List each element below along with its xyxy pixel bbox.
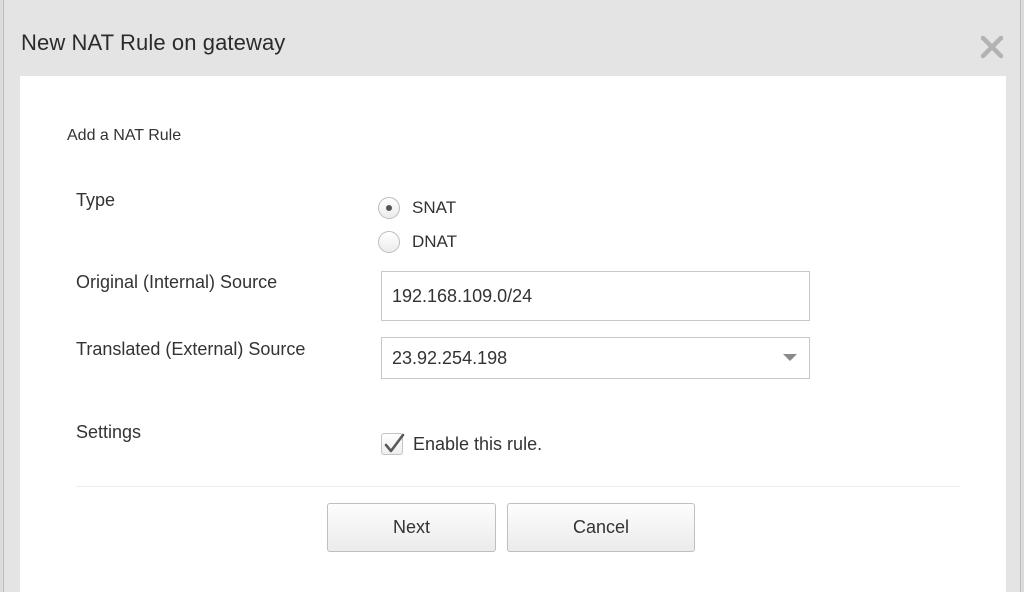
close-button[interactable] [978,33,1006,61]
enable-rule-checkbox[interactable] [381,433,405,455]
translated-source-select[interactable]: 23.92.254.198 [381,337,810,379]
translated-source-label: Translated (External) Source [76,339,306,359]
settings-label: Settings [76,422,142,442]
radio-snat-label: SNAT [412,198,457,217]
enable-rule-option[interactable]: Enable this rule. [381,433,542,455]
next-button[interactable]: Next [327,503,496,552]
checkmark-icon [384,433,405,453]
radio-selected-dot [386,205,392,211]
type-label: Type [76,190,116,210]
original-source-label: Original (Internal) Source [76,272,278,292]
dialog-title: New NAT Rule on gateway [21,30,286,55]
nat-rule-dialog: New NAT Rule on gateway Add a NAT Rule T… [3,0,1021,592]
section-title: Add a NAT Rule [67,127,182,144]
radio-snat[interactable]: SNAT [378,196,456,220]
radio-dnat[interactable]: DNAT [378,230,457,254]
radio-snat-circle[interactable] [378,197,400,219]
close-icon [980,35,1004,59]
divider [76,486,960,487]
dialog-body: Add a NAT Rule Type SNAT DNAT Original (… [20,76,1006,592]
cancel-button[interactable]: Cancel [507,503,695,552]
enable-rule-label: Enable this rule. [413,433,543,454]
radio-dnat-circle[interactable] [378,231,400,253]
radio-dnat-label: DNAT [412,232,458,251]
translated-source-value: 23.92.254.198 [392,348,508,368]
original-source-input[interactable] [381,271,810,321]
dialog-header: New NAT Rule on gateway [4,0,1020,76]
chevron-down-icon [783,354,797,361]
